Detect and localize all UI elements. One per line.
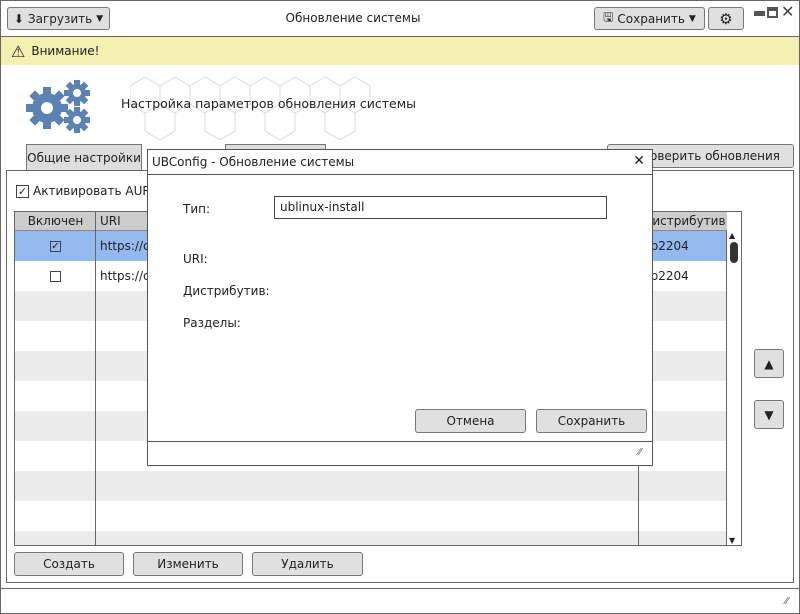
toolbar: ⬇ Загрузить ▼ Обновление системы 🖫 Сохра…: [0, 0, 800, 37]
table-row[interactable]: [15, 531, 727, 545]
aur-checkbox[interactable]: ✓ Активировать AUR: [16, 184, 151, 198]
resize-grip-icon[interactable]: ⁄⁄: [785, 596, 788, 607]
sections-label: Разделы:: [183, 316, 241, 330]
maximize-icon[interactable]: [767, 7, 778, 18]
enabled-checkbox[interactable]: [15, 261, 96, 291]
table-row[interactable]: [15, 501, 727, 531]
warning-icon: ⚠: [11, 41, 26, 61]
arrow-up-icon: ▲: [764, 356, 774, 371]
save-label: Сохранить: [617, 11, 685, 26]
checkbox-empty-icon: [50, 270, 61, 282]
create-button[interactable]: Создать: [14, 552, 124, 576]
dialog-close-icon[interactable]: ✕: [633, 153, 645, 169]
dialog-titlebar: UBConfig - Обновление системы ✕: [148, 150, 652, 175]
table-row[interactable]: [15, 471, 727, 501]
gears-logo-icon: [26, 80, 90, 133]
minimize-icon[interactable]: [754, 11, 765, 16]
dist-label: Дистрибутив:: [183, 284, 270, 298]
edit-button[interactable]: Изменить: [133, 552, 243, 576]
arrow-down-icon: ▼: [764, 407, 774, 422]
dialog-save-button[interactable]: Сохранить: [536, 409, 647, 433]
dialog-title: UBConfig - Обновление системы: [152, 155, 355, 169]
floppy-icon: 🖫: [603, 10, 614, 24]
save-menu-button[interactable]: 🖫 Сохранить ▼: [594, 7, 705, 30]
move-down-button[interactable]: ▼: [754, 400, 784, 429]
close-icon[interactable]: ✕: [781, 2, 794, 21]
page-title: Настройка параметров обновления системы: [121, 96, 417, 111]
scroll-up-icon[interactable]: ▲: [729, 231, 735, 240]
dialog-resize-grip-icon[interactable]: ⁄⁄: [638, 447, 641, 458]
dialog-footer-divider: [148, 441, 652, 442]
dialog-cancel-button[interactable]: Отмена: [415, 409, 526, 433]
enabled-checkbox[interactable]: ✓: [15, 231, 96, 261]
scroll-down-icon[interactable]: ▼: [729, 536, 735, 545]
uri-label: URI:: [183, 252, 208, 266]
type-label: Тип:: [183, 202, 211, 216]
checkbox-checked-icon: ✓: [16, 184, 29, 198]
gear-icon: ⚙: [719, 9, 733, 28]
type-input[interactable]: ublinux-install: [274, 196, 607, 219]
chevron-down-icon: ▼: [688, 13, 696, 24]
statusbar-divider: [1, 588, 799, 589]
warning-text: Внимание!: [31, 44, 100, 58]
table-scrollbar[interactable]: ▲ ▼: [726, 231, 741, 545]
aur-label: Активировать AUR: [33, 184, 151, 198]
tab-general[interactable]: Общие настройки: [26, 144, 142, 171]
column-header-enabled[interactable]: Включен: [15, 212, 96, 230]
settings-button[interactable]: ⚙: [708, 7, 744, 30]
move-up-button[interactable]: ▲: [754, 349, 784, 378]
edit-dialog: UBConfig - Обновление системы ✕ Тип: ubl…: [147, 149, 653, 466]
delete-button[interactable]: Удалить: [252, 552, 363, 576]
checkbox-checked-icon: ✓: [50, 240, 61, 252]
scroll-thumb[interactable]: [730, 242, 738, 263]
warning-bar: ⚠ Внимание!: [1, 37, 799, 65]
